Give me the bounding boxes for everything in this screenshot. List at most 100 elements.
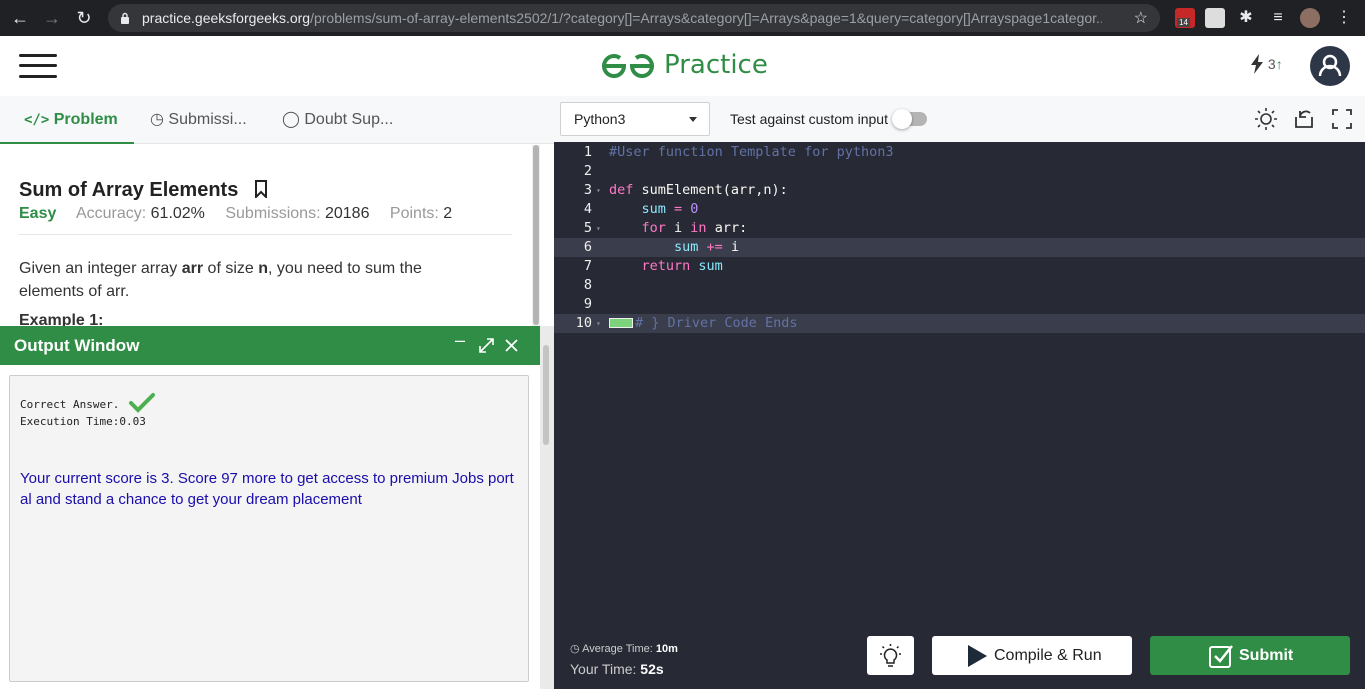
minimize-icon[interactable]: ‒ bbox=[455, 330, 465, 351]
code-text: # } Driver Code Ends bbox=[609, 314, 798, 333]
line-number: 3 bbox=[583, 182, 592, 198]
code-line[interactable]: 10 ▾ # } Driver Code Ends bbox=[554, 314, 1365, 333]
reset-code-icon[interactable] bbox=[1292, 107, 1316, 131]
lock-icon bbox=[121, 12, 129, 24]
back-icon[interactable]: ← bbox=[8, 6, 32, 30]
headphones-icon: ◯ bbox=[282, 111, 300, 128]
code-editor[interactable]: 1 #User function Template for python3 2 3 ▾ d… bbox=[554, 142, 1365, 621]
fullscreen-icon[interactable] bbox=[1330, 107, 1354, 131]
theme-sun-icon[interactable] bbox=[1254, 107, 1278, 131]
expand-icon[interactable] bbox=[479, 338, 494, 353]
language-select[interactable]: Python3 bbox=[560, 102, 710, 136]
code-line[interactable]: 3 ▾ def sumElement(arr,n): bbox=[554, 181, 1365, 200]
chevron-down-icon bbox=[689, 117, 697, 122]
output-window-body: Correct Answer. Execution Time:0.03 Your… bbox=[0, 365, 540, 689]
code-text: #User function Template for python3 bbox=[609, 144, 894, 160]
accuracy-label: Accuracy: bbox=[75, 205, 147, 222]
splitter-handle[interactable] bbox=[543, 345, 549, 445]
forward-icon[interactable]: → bbox=[40, 6, 64, 30]
problem-title-text: Sum of Array Elements bbox=[19, 179, 239, 201]
language-value: Python3 bbox=[574, 111, 626, 127]
correct-answer-text: Correct Answer. bbox=[20, 398, 120, 411]
desc-arr: arr bbox=[181, 260, 204, 277]
result-line: Correct Answer. bbox=[20, 392, 156, 414]
your-time: Your Time: 52s bbox=[570, 661, 664, 677]
browser-toolbar: ← → ↻ practice.geeksforgeeks.org/problem… bbox=[0, 0, 1365, 36]
submit-button[interactable]: Submit bbox=[1150, 636, 1350, 675]
code-line[interactable]: 6 sum += i bbox=[554, 238, 1365, 257]
checkmark-icon bbox=[128, 393, 155, 413]
divider bbox=[19, 234, 512, 235]
gfg-logo-icon bbox=[602, 54, 654, 78]
code-line[interactable]: 8 bbox=[554, 276, 1365, 295]
code-line[interactable]: 5 ▾ for i in arr: bbox=[554, 219, 1365, 238]
streak-counter[interactable]: 3↑ bbox=[1250, 54, 1283, 74]
submit-label: Submit bbox=[1239, 647, 1294, 664]
scrollbar-thumb[interactable] bbox=[533, 145, 539, 325]
code-text: def sumElement(arr,n): bbox=[609, 182, 788, 198]
desc-text: of size bbox=[203, 260, 259, 277]
compile-run-label: Compile & Run bbox=[994, 647, 1102, 664]
tab-label: Problem bbox=[53, 111, 118, 128]
fold-toggle-icon[interactable]: ▾ bbox=[596, 219, 601, 238]
code-line[interactable]: 4 sum = 0 bbox=[554, 200, 1365, 219]
profile-avatar[interactable] bbox=[1300, 8, 1320, 28]
problem-meta: Easy Accuracy: 61.02% Submissions: 20186… bbox=[19, 205, 452, 223]
points-value: 2 bbox=[443, 205, 453, 222]
line-number: 4 bbox=[583, 201, 592, 217]
submissions-value: 20186 bbox=[324, 205, 370, 222]
editor-toolbar: Python3 Test against custom input bbox=[554, 96, 1365, 142]
streak-count: 3 bbox=[1267, 56, 1276, 72]
custom-input-label: Test against custom input bbox=[730, 111, 888, 127]
compile-run-button[interactable]: Compile & Run bbox=[932, 636, 1132, 675]
problem-tabs: </> Problem ◷ Submissi... ◯ Doubt Sup... bbox=[0, 96, 554, 144]
line-number: 8 bbox=[583, 277, 592, 293]
line-number: 7 bbox=[583, 258, 592, 274]
tab-label: Doubt Sup... bbox=[304, 111, 394, 128]
logo-text: Practice bbox=[664, 50, 768, 80]
lightning-icon bbox=[1251, 54, 1263, 74]
line-number: 1 bbox=[583, 144, 592, 160]
tab-submissions[interactable]: ◷ Submissi... bbox=[150, 96, 247, 144]
reload-icon[interactable]: ↻ bbox=[72, 6, 96, 30]
execution-time: Execution Time:0.03 bbox=[20, 415, 146, 428]
play-icon bbox=[968, 645, 987, 667]
folded-code-marker[interactable] bbox=[609, 318, 633, 328]
site-header: Practice 3↑ bbox=[0, 36, 1365, 96]
timer-icon: ◷ bbox=[570, 643, 580, 655]
user-avatar[interactable] bbox=[1310, 46, 1350, 86]
extension-icon[interactable] bbox=[1205, 8, 1225, 28]
fold-toggle-icon[interactable]: ▾ bbox=[596, 181, 601, 200]
submit-check-icon bbox=[1209, 645, 1233, 668]
media-queue-icon[interactable]: ≡ bbox=[1268, 8, 1288, 28]
code-text: sum = 0 bbox=[641, 201, 699, 217]
lightbulb-icon bbox=[880, 644, 901, 667]
code-line[interactable]: 1 #User function Template for python3 bbox=[554, 143, 1365, 162]
submissions-label: Submissions: bbox=[225, 205, 321, 222]
code-line[interactable]: 7 return sum bbox=[554, 257, 1365, 276]
puzzle-icon[interactable]: ✱ bbox=[1236, 8, 1256, 28]
bookmark-star-icon[interactable]: ☆ bbox=[1134, 8, 1148, 28]
code-text: return sum bbox=[641, 258, 723, 274]
tab-doubt-support[interactable]: ◯ Doubt Sup... bbox=[282, 96, 393, 144]
accuracy-value: 61.02% bbox=[150, 205, 205, 222]
fold-toggle-icon[interactable]: ▾ bbox=[596, 314, 601, 333]
code-line[interactable]: 9 bbox=[554, 295, 1365, 314]
toggle-knob bbox=[892, 109, 912, 129]
desc-n: n bbox=[258, 260, 269, 277]
close-icon[interactable] bbox=[505, 339, 518, 352]
address-bar[interactable]: practice.geeksforgeeks.org/problems/sum-… bbox=[108, 4, 1160, 32]
tab-problem[interactable]: </> Problem bbox=[0, 96, 134, 144]
hamburger-menu-icon[interactable] bbox=[19, 54, 57, 78]
code-line[interactable]: 2 bbox=[554, 162, 1365, 181]
custom-input-toggle[interactable] bbox=[892, 109, 927, 129]
points-label: Points: bbox=[389, 205, 439, 222]
extension-icon[interactable]: 14 bbox=[1175, 8, 1195, 28]
bookmark-icon[interactable] bbox=[254, 180, 268, 200]
kebab-menu-icon[interactable]: ⋮ bbox=[1334, 8, 1354, 28]
difficulty-badge: Easy bbox=[19, 205, 57, 222]
hint-button[interactable] bbox=[867, 636, 914, 675]
example-heading: Example 1: bbox=[19, 312, 104, 326]
user-icon bbox=[1318, 54, 1342, 77]
code-text: sum += i bbox=[674, 239, 740, 255]
